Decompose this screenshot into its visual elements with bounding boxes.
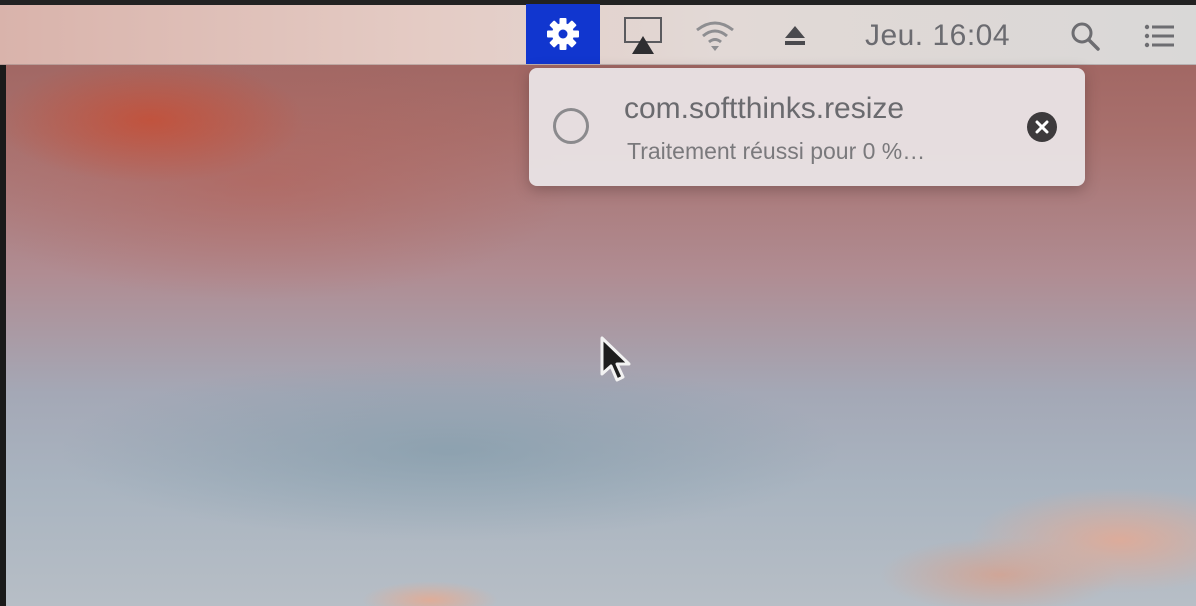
arrow-cursor-icon <box>600 336 631 382</box>
screen-edge <box>0 0 6 606</box>
gear-menu-extra[interactable] <box>526 4 600 64</box>
eject-menu-extra[interactable] <box>775 10 815 62</box>
gear-icon <box>547 18 579 50</box>
airplay-icon <box>624 17 662 54</box>
eject-icon <box>785 26 805 45</box>
wifi-icon <box>696 21 734 51</box>
notification-close-button[interactable] <box>1027 112 1057 142</box>
spotlight-menu-extra[interactable] <box>1065 10 1105 62</box>
notification-subtitle: Traitement réussi pour 0 %… <box>627 138 926 164</box>
close-icon <box>1035 120 1049 134</box>
airplay-menu-extra[interactable] <box>618 10 668 62</box>
notification-title: com.softthinks.resize <box>624 92 905 125</box>
search-icon <box>1071 22 1100 51</box>
notification-popup[interactable]: com.softthinks.resize Traitement réussi … <box>529 68 1085 186</box>
notification-center-icon <box>1144 24 1174 48</box>
menu-bar-clock[interactable]: Jeu. 16:04 <box>850 10 1025 62</box>
wifi-menu-extra[interactable] <box>690 10 740 62</box>
progress-spinner-icon <box>553 108 589 144</box>
notification-center-menu-extra[interactable] <box>1135 10 1185 62</box>
menu-bar: Jeu. 16:04 <box>0 0 1196 65</box>
desktop: Jeu. 16:04 com.softthinks.resize Traitem… <box>0 0 1196 606</box>
